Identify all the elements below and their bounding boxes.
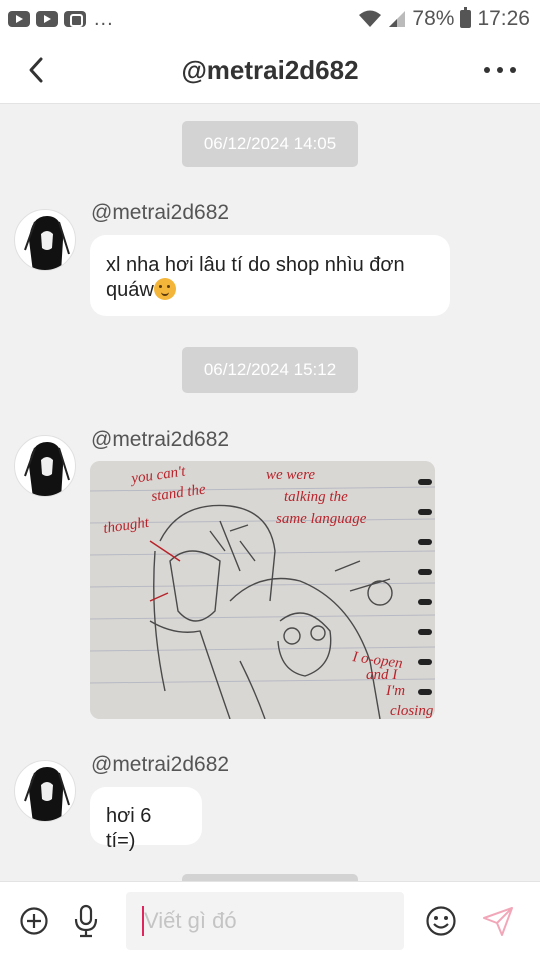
status-bar: ... 78% 17:26 (0, 0, 540, 38)
send-button[interactable] (480, 904, 516, 938)
youtube-icon (8, 11, 30, 27)
notification-icons: ... (8, 8, 114, 31)
svg-text:I'm: I'm (385, 683, 405, 699)
emoji-button[interactable] (424, 904, 458, 938)
youtube-icon (36, 11, 58, 27)
back-button[interactable] (18, 52, 54, 88)
voice-message-button[interactable] (70, 903, 102, 939)
date-separator: 06/12/2024 14:05 (182, 121, 358, 167)
battery-percentage: 78% (412, 7, 455, 30)
message-text: xl nha hơi lâu tí do shop nhìu đơn quáw (106, 254, 405, 301)
wifi-icon (359, 10, 382, 27)
svg-text:talking the: talking the (284, 489, 348, 505)
text-cursor (142, 906, 144, 936)
add-attachment-button[interactable] (18, 905, 50, 937)
plus-circle-icon (20, 907, 48, 935)
sender-name: @metrai2d682 (91, 428, 230, 451)
message-bubble[interactable]: hơi 6 tí=) (90, 787, 202, 852)
chevron-left-icon (29, 57, 43, 83)
sender-name: @metrai2d682 (91, 753, 230, 776)
chat-title: @metrai2d682 (181, 55, 359, 85)
app-notification-icon (64, 11, 86, 27)
smirk-emoji-icon (153, 278, 176, 300)
smiley-icon (426, 906, 456, 936)
more-dots-icon (484, 67, 490, 73)
more-options-button[interactable] (480, 58, 520, 82)
more-notifications: ... (94, 7, 114, 30)
image-attachment[interactable]: you can't stand the thought we were talk… (90, 461, 435, 719)
battery-icon (460, 7, 472, 28)
message-text: hơi 6 tí=) (106, 805, 152, 852)
svg-text:same language: same language (276, 511, 367, 527)
svg-text:and I: and I (366, 667, 398, 683)
microphone-icon (74, 904, 98, 938)
date-separator: 06/12/2024 15:12 (182, 347, 358, 393)
svg-text:we were: we were (266, 467, 315, 483)
send-icon (483, 907, 513, 936)
avatar[interactable] (14, 760, 76, 822)
avatar[interactable] (14, 435, 76, 497)
status-time: 17:26 (477, 7, 530, 30)
avatar[interactable] (14, 209, 76, 271)
message-composer (0, 881, 540, 960)
svg-text:closing: closing (390, 703, 434, 719)
message-bubble[interactable]: xl nha hơi lâu tí do shop nhìu đơn quáw (90, 235, 450, 316)
sender-name: @metrai2d682 (91, 201, 230, 224)
message-input[interactable] (126, 892, 404, 950)
chat-header: @metrai2d682 (0, 38, 540, 104)
signal-icon (389, 11, 406, 27)
